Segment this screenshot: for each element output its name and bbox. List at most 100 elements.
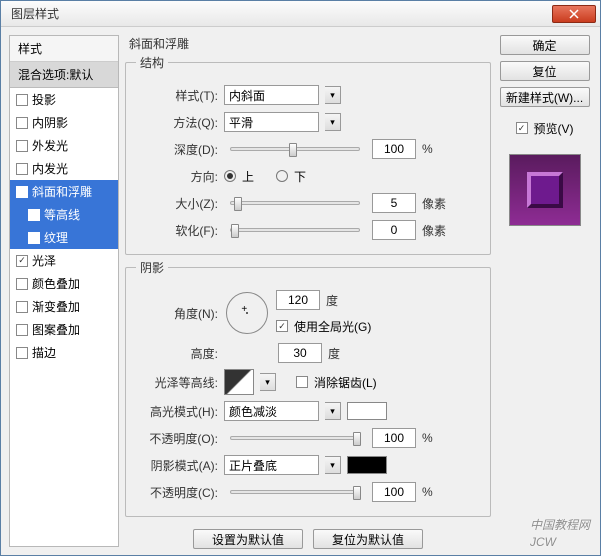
shadow-opacity-label: 不透明度(C): [136,484,218,501]
direction-down-radio[interactable] [276,170,288,182]
structure-group: 结构 样式(T): 内斜面 ▾ 方法(Q): 平滑 ▾ 深度(D): 100 % [125,54,491,255]
style-item-label: 图案叠加 [32,321,80,338]
chevron-down-icon[interactable]: ▾ [325,86,341,104]
layer-style-dialog: 图层样式 样式 混合选项:默认 投影内阴影外发光内发光斜面和浮雕等高线纹理光泽颜… [0,0,601,556]
depth-slider[interactable] [230,147,360,151]
method-label: 方法(Q): [136,114,218,131]
style-checkbox[interactable] [28,209,40,221]
size-input[interactable]: 5 [372,193,416,213]
style-item-11[interactable]: 描边 [10,341,118,364]
px-unit: 像素 [422,195,446,212]
method-combobox[interactable]: 平滑 [224,112,319,132]
global-light-label: 使用全局光(G) [294,318,371,335]
style-item-label: 内发光 [32,160,68,177]
style-checkbox[interactable] [16,324,28,336]
style-item-5[interactable]: 等高线 [10,203,118,226]
structure-legend: 结构 [136,54,168,71]
dialog-content: 样式 混合选项:默认 投影内阴影外发光内发光斜面和浮雕等高线纹理光泽颜色叠加渐变… [1,27,600,555]
style-item-label: 斜面和浮雕 [32,183,92,200]
shading-group: 阴影 角度(N): 120 度 使用全局光(G) [125,259,491,517]
style-label: 样式(T): [136,87,218,104]
shading-legend: 阴影 [136,259,168,276]
style-item-label: 纹理 [44,229,68,246]
reset-default-button[interactable]: 复位为默认值 [313,529,423,549]
highlight-mode-combobox[interactable]: 颜色减淡 [224,401,319,421]
style-combobox[interactable]: 内斜面 [224,85,319,105]
close-icon [569,9,579,19]
antialias-label: 消除锯齿(L) [314,374,377,391]
angle-input[interactable]: 120 [276,290,320,310]
style-checkbox[interactable] [28,232,40,244]
style-item-label: 外发光 [32,137,68,154]
shadow-color-swatch[interactable] [347,456,387,474]
chevron-down-icon[interactable]: ▾ [260,373,276,391]
style-item-8[interactable]: 颜色叠加 [10,272,118,295]
size-label: 大小(Z): [136,195,218,212]
new-style-button[interactable]: 新建样式(W)... [500,87,590,107]
style-item-7[interactable]: 光泽 [10,249,118,272]
styles-header[interactable]: 样式 [10,36,118,62]
contour-picker[interactable] [224,369,254,395]
preview-checkbox[interactable] [516,122,528,134]
style-checkbox[interactable] [16,163,28,175]
size-slider[interactable] [230,201,360,205]
reset-button[interactable]: 复位 [500,61,590,81]
settings-panel: 斜面和浮雕 结构 样式(T): 内斜面 ▾ 方法(Q): 平滑 ▾ 深度(D):… [125,35,491,547]
global-light-checkbox[interactable] [276,320,288,332]
preview-inner [527,172,563,208]
style-item-label: 渐变叠加 [32,298,80,315]
style-checkbox[interactable] [16,117,28,129]
soften-slider[interactable] [230,228,360,232]
style-item-label: 内阴影 [32,114,68,131]
shadow-mode-combobox[interactable]: 正片叠底 [224,455,319,475]
action-panel: 确定 复位 新建样式(W)... 预览(V) [497,35,592,547]
style-checkbox[interactable] [16,140,28,152]
style-checkbox[interactable] [16,347,28,359]
style-checkbox[interactable] [16,278,28,290]
style-item-2[interactable]: 外发光 [10,134,118,157]
chevron-down-icon[interactable]: ▾ [325,402,341,420]
style-item-0[interactable]: 投影 [10,88,118,111]
soften-input[interactable]: 0 [372,220,416,240]
style-checkbox[interactable] [16,255,28,267]
watermark: 中国教程网JCW [530,516,590,549]
highlight-opacity-label: 不透明度(O): [136,430,218,447]
style-item-4[interactable]: 斜面和浮雕 [10,180,118,203]
window-title: 图层样式 [11,5,59,22]
style-item-6[interactable]: 纹理 [10,226,118,249]
style-item-3[interactable]: 内发光 [10,157,118,180]
style-item-label: 描边 [32,344,56,361]
highlight-opacity-input[interactable]: 100 [372,428,416,448]
preview-label: 预览(V) [534,120,574,137]
styles-list-panel: 样式 混合选项:默认 投影内阴影外发光内发光斜面和浮雕等高线纹理光泽颜色叠加渐变… [9,35,119,547]
depth-input[interactable]: 100 [372,139,416,159]
direction-label: 方向: [136,168,218,185]
altitude-label: 高度: [136,345,218,362]
chevron-down-icon[interactable]: ▾ [325,456,341,474]
angle-label: 角度(N): [136,305,218,322]
style-item-9[interactable]: 渐变叠加 [10,295,118,318]
antialias-checkbox[interactable] [296,376,308,388]
titlebar: 图层样式 [1,1,600,27]
angle-dial[interactable] [226,292,268,334]
direction-up-radio[interactable] [224,170,236,182]
highlight-opacity-slider[interactable] [230,436,360,440]
set-default-button[interactable]: 设置为默认值 [193,529,303,549]
highlight-color-swatch[interactable] [347,402,387,420]
ok-button[interactable]: 确定 [500,35,590,55]
preview-swatch [509,154,581,226]
style-checkbox[interactable] [16,301,28,313]
blend-options-header[interactable]: 混合选项:默认 [10,62,118,88]
style-checkbox[interactable] [16,94,28,106]
shadow-opacity-slider[interactable] [230,490,360,494]
style-item-1[interactable]: 内阴影 [10,111,118,134]
style-checkbox[interactable] [16,186,28,198]
style-item-10[interactable]: 图案叠加 [10,318,118,341]
shadow-mode-label: 阴影模式(A): [136,457,218,474]
shadow-opacity-input[interactable]: 100 [372,482,416,502]
chevron-down-icon[interactable]: ▾ [325,113,341,131]
close-button[interactable] [552,5,596,23]
percent-unit: % [422,142,433,156]
style-item-label: 投影 [32,91,56,108]
altitude-input[interactable]: 30 [278,343,322,363]
